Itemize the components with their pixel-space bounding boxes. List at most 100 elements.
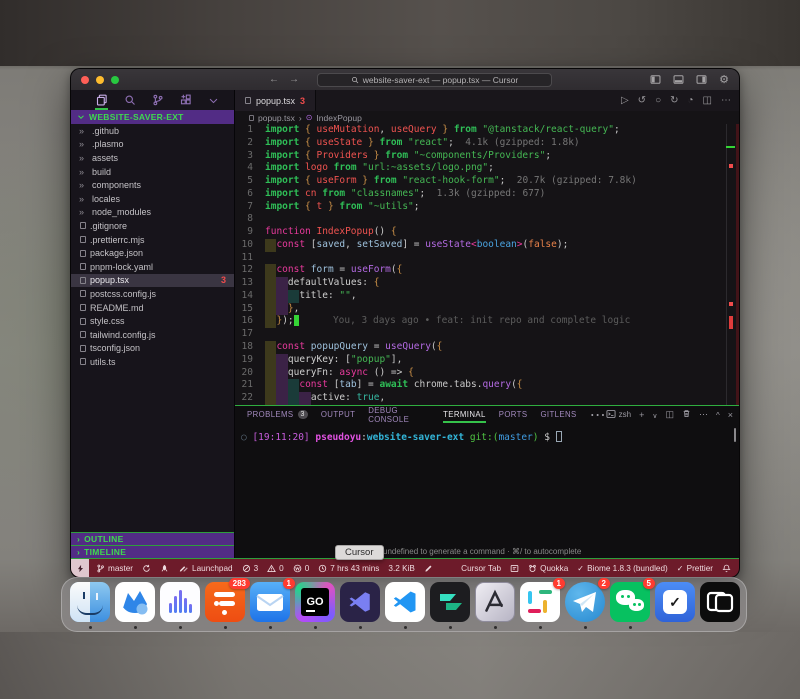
status-item-pencil[interactable]	[424, 564, 433, 573]
activity-explorer-icon[interactable]	[95, 93, 108, 108]
dock-app-fox-app[interactable]	[115, 582, 155, 622]
status-item-quokka[interactable]: Quokka	[528, 564, 568, 573]
dock-app-telegram[interactable]: 2	[565, 582, 605, 622]
file-tree-item-locales[interactable]: »locales	[71, 192, 234, 206]
collapse-icon[interactable]: ^	[716, 410, 720, 420]
dropdown-icon[interactable]: ∨	[652, 410, 657, 420]
nav-circle-icon[interactable]: ○	[655, 95, 661, 106]
zoom-window-button[interactable]	[111, 76, 119, 84]
code-editor[interactable]: 1import { useMutation, useQuery } from "…	[235, 124, 739, 405]
dock-app-vscode[interactable]	[385, 582, 425, 622]
status-item-sync[interactable]	[142, 564, 151, 573]
file-tree-item-package.json[interactable]: package.json	[71, 246, 234, 260]
terminal[interactable]: ○ [19:11:20] pseudoyu:website-saver-ext …	[235, 423, 739, 443]
dock-app-wechat[interactable]: 5	[610, 582, 650, 622]
split-panel-icon[interactable]: ◫	[665, 409, 674, 420]
status-item-0[interactable]: 0	[267, 564, 284, 573]
dock-app-arc-browser[interactable]	[475, 582, 515, 622]
dock-app-reader-app[interactable]: 283	[205, 582, 245, 622]
outline-section-header[interactable]: › OUTLINE	[71, 532, 234, 545]
status-item-bell[interactable]	[722, 564, 731, 573]
panel-tab-terminal[interactable]: TERMINAL	[443, 406, 486, 423]
status-item-3-2-kib[interactable]: 3.2 KiB	[388, 564, 414, 573]
status-item-0[interactable]: 0	[293, 564, 310, 573]
status-item-rocket[interactable]	[160, 564, 169, 573]
file-tree-item-style.css[interactable]: style.css	[71, 314, 234, 328]
panel-tab-gitlens[interactable]: GITLENS	[540, 406, 576, 423]
panel-tab-output[interactable]: OUTPUT	[321, 406, 355, 423]
status-item-biome-1-8-3-bundled-[interactable]: ✓Biome 1.8.3 (bundled)	[577, 563, 667, 573]
editor-scrollbar[interactable]	[726, 124, 727, 405]
close-window-button[interactable]	[81, 76, 89, 84]
dock-app-vscode-insiders[interactable]	[340, 582, 380, 622]
panel-tab-debug-console[interactable]: DEBUG CONSOLE	[368, 406, 430, 423]
status-item-prettier[interactable]: ✓Prettier	[677, 563, 713, 573]
dock-app-goland[interactable]: GO	[295, 582, 335, 622]
window-title-pill[interactable]: website-saver-ext — popup.tsx — Cursor	[317, 73, 552, 87]
shell-selector[interactable]: zsh	[606, 409, 631, 421]
file-tree-item-README.md[interactable]: README.md	[71, 301, 234, 315]
activity-source-control-icon[interactable]	[151, 93, 164, 108]
file-tree-item-node_modules[interactable]: »node_modules	[71, 206, 234, 220]
more-icon[interactable]: ⋯	[721, 95, 731, 106]
plus-icon[interactable]: +	[639, 410, 644, 420]
status-item-launchpad[interactable]: Launchpad	[178, 564, 233, 573]
dock-app-slack[interactable]: 1	[520, 582, 560, 622]
breadcrumb[interactable]: popup.tsx › ⊙ IndexPopup	[235, 111, 739, 124]
status-item-master[interactable]: master	[96, 564, 133, 573]
breadcrumb-symbol[interactable]: IndexPopup	[316, 113, 361, 123]
run-icon[interactable]: ▷	[621, 95, 629, 106]
back-icon[interactable]: ←	[269, 74, 279, 85]
panel-tab-problems[interactable]: PROBLEMS3	[247, 406, 308, 423]
timeline-section-header[interactable]: › TIMELINE	[71, 545, 234, 558]
nav-back-icon[interactable]: ↺	[638, 95, 646, 106]
dock-app-finder[interactable]	[70, 582, 110, 622]
dock-app-todo-app[interactable]: ✓	[655, 582, 695, 622]
activity-chevron-down-icon[interactable]	[207, 93, 220, 108]
status-item-7-hrs-43-mins[interactable]: 7 hrs 43 mins	[318, 564, 379, 573]
breadcrumb-file[interactable]: popup.tsx	[258, 113, 295, 123]
warning-triangle-icon	[267, 564, 276, 573]
file-tree-item-.github[interactable]: ».github	[71, 124, 234, 138]
file-tree-item-build[interactable]: »build	[71, 165, 234, 179]
file-tree-item-.prettierrc.mjs[interactable]: .prettierrc.mjs	[71, 233, 234, 247]
forward-icon[interactable]: →	[289, 74, 299, 85]
terminal-scrollbar[interactable]	[734, 428, 736, 442]
minimize-window-button[interactable]	[96, 76, 104, 84]
dock-app-audio-app[interactable]	[160, 582, 200, 622]
status-item-tab-box[interactable]	[510, 564, 519, 573]
file-tree-item-tailwind.config.js[interactable]: tailwind.config.js	[71, 328, 234, 342]
tab-popup-tsx[interactable]: popup.tsx 3	[235, 90, 316, 111]
trash-icon[interactable]	[682, 409, 691, 420]
layout-sidebar-right-icon[interactable]	[695, 74, 707, 86]
file-tree-item-assets[interactable]: »assets	[71, 151, 234, 165]
history-icon[interactable]: ◔	[688, 95, 694, 106]
file-tree-item-.plasmo[interactable]: ».plasmo	[71, 138, 234, 152]
remote-indicator[interactable]	[71, 559, 89, 577]
explorer-section-header[interactable]: WEBSITE-SAVER-EXT	[71, 110, 234, 124]
panel-tab-ports[interactable]: PORTS	[499, 406, 528, 423]
activity-search-icon[interactable]	[123, 93, 136, 108]
panel-tabs-overflow-icon[interactable]: ⋯	[590, 405, 606, 425]
status-item-3[interactable]: 3	[242, 564, 259, 573]
dock-app-utility-app[interactable]	[700, 582, 740, 622]
file-tree-item-pnpm-lock.yaml[interactable]: pnpm-lock.yaml	[71, 260, 234, 274]
code-token	[265, 290, 276, 303]
file-tree-item-components[interactable]: »components	[71, 178, 234, 192]
file-tree-item-postcss.config.js[interactable]: postcss.config.js	[71, 287, 234, 301]
close-icon[interactable]: ×	[728, 410, 733, 420]
dock-app-warp[interactable]	[430, 582, 470, 622]
dock-app-mail[interactable]: 1	[250, 582, 290, 622]
layout-sidebar-left-icon[interactable]	[649, 74, 661, 86]
status-item-cursor-tab[interactable]: Cursor Tab	[461, 564, 501, 573]
file-tree-item-popup.tsx[interactable]: popup.tsx3	[71, 274, 234, 288]
file-tree-item-utils.ts[interactable]: utils.ts	[71, 355, 234, 369]
layout-panel-icon[interactable]	[672, 74, 684, 86]
nav-forward-icon[interactable]: ↻	[670, 95, 678, 106]
activity-extensions-icon[interactable]	[179, 93, 192, 108]
ellipsis-icon[interactable]: ⋯	[699, 409, 708, 420]
split-editor-icon[interactable]: ◫	[703, 95, 712, 106]
file-tree-item-.gitignore[interactable]: .gitignore	[71, 219, 234, 233]
settings-gear-icon[interactable]: ⚙	[718, 74, 730, 86]
file-tree-item-tsconfig.json[interactable]: tsconfig.json	[71, 342, 234, 356]
